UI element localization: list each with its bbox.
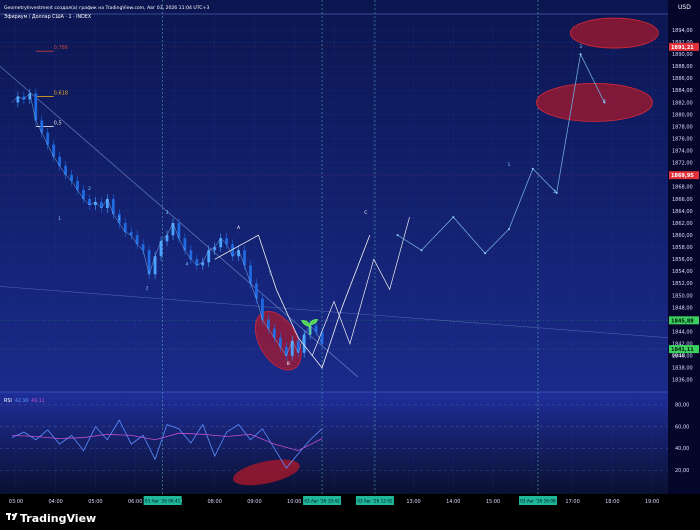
time-tick-label: 04:00: [48, 499, 62, 505]
price-tick-label: 1882,00: [672, 100, 693, 106]
fib-level-label: 0,618: [54, 90, 68, 96]
price-tick-label: 1876,00: [672, 136, 693, 142]
wave-label: 3: [166, 210, 169, 216]
time-marker-label: 03 Авг '26 16:08: [520, 499, 556, 504]
wave-label: B: [287, 361, 290, 367]
price-tick-label: 1894,00: [672, 28, 693, 34]
price-tick-label: 1890,00: [672, 52, 693, 58]
time-tick-label: 17:00: [565, 499, 579, 505]
time-tick-label: 06:00: [128, 499, 142, 505]
price-tick-label: 1864,00: [672, 209, 693, 215]
price-tick-label: 1850,00: [672, 293, 693, 299]
symbol-line: Эфириум / Доллар США · 1 · INDEX: [4, 14, 92, 20]
price-tick-label: 1858,00: [672, 245, 693, 251]
time-tick-label: 18:00: [605, 499, 619, 505]
price-tick-label: 1862,00: [672, 221, 693, 227]
price-tick-label: 1838,00: [672, 366, 693, 372]
price-tick-label: 1860,00: [672, 233, 693, 239]
time-tick-label: 03:00: [9, 499, 23, 505]
rsi-legend-item: 49,11: [31, 398, 45, 404]
time-tick-label: 19:00: [645, 499, 659, 505]
fib-level-label: 0,786: [54, 45, 68, 51]
wave-label: 5: [269, 270, 272, 276]
price-tag-label: 1841,11: [671, 347, 694, 353]
wave-label: 2: [553, 189, 556, 195]
target-zone-ellipse: [569, 17, 659, 49]
projection-point: [484, 252, 487, 255]
wave-label: 4: [185, 261, 188, 267]
price-tick-label: 1856,00: [672, 257, 693, 263]
price-tick-label: 1836,00: [672, 378, 693, 384]
author-line: GeometryInvestment создал(а) график на T…: [4, 5, 209, 11]
price-tick-label: 1886,00: [672, 76, 693, 82]
price-tick-label: 1868,00: [672, 185, 693, 191]
target-zone-ellipse: [536, 83, 653, 122]
time-tick-label: 08:00: [208, 499, 222, 505]
price-tick-label: 1874,00: [672, 149, 693, 155]
price-tick-label: 1848,00: [672, 305, 693, 311]
price-tick-label: 1884,00: [672, 88, 693, 94]
wave-label: 4: [603, 98, 606, 104]
projection-point: [452, 216, 455, 219]
rsi-legend-item: RSI: [4, 398, 12, 404]
rsi-tick-label: 40,00: [675, 446, 689, 452]
currency-label: USD: [678, 4, 691, 11]
projection-point: [420, 249, 423, 252]
time-tick-label: 09:00: [247, 499, 261, 505]
tradingview-chart: 1836,001838,001840,001842,001844,001846,…: [0, 0, 700, 507]
fib-level-label: 0,5: [54, 121, 62, 127]
wave-label: 2: [88, 186, 91, 192]
projection-point: [579, 53, 582, 56]
countdown-label: 00:18: [672, 353, 685, 359]
time-axis-background: [0, 494, 700, 507]
time-marker-label: 03 Авг '26 06:41: [145, 499, 181, 504]
projection-point: [531, 167, 534, 170]
time-tick-label: 15:00: [486, 499, 500, 505]
projection-point: [396, 234, 399, 237]
price-tick-label: 1866,00: [672, 197, 693, 203]
price-tick-label: 1844,00: [672, 329, 693, 335]
rsi-tick-label: 80,00: [675, 403, 689, 409]
price-tick-label: 1878,00: [672, 124, 693, 130]
price-tag-label: 1869,95: [671, 173, 694, 179]
wave-label: 1: [508, 162, 511, 168]
rsi-tick-label: 60,00: [675, 424, 689, 430]
wave-label: 2: [146, 285, 149, 291]
wave-label: 1: [58, 216, 61, 222]
time-marker-label: 03 Авг '26 10:42: [304, 499, 340, 504]
time-marker-label: 03 Авг '26 12:02: [357, 499, 393, 504]
wave-label: 1: [118, 216, 121, 222]
wave-label: C: [364, 210, 367, 216]
rsi-tick-label: 20,00: [675, 468, 689, 474]
time-tick-label: 05:00: [88, 499, 102, 505]
time-tick-label: 13:00: [406, 499, 420, 505]
brand-name: TradingView: [20, 512, 97, 525]
price-tick-label: 1888,00: [672, 64, 693, 70]
price-tick-label: 1854,00: [672, 269, 693, 275]
time-tick-label: 10:00: [287, 499, 301, 505]
chart-screenshot: 1836,001838,001840,001842,001844,001846,…: [0, 0, 700, 530]
price-tick-label: 1852,00: [672, 281, 693, 287]
price-tag-label: 1891,21: [671, 45, 694, 51]
price-tick-label: 1872,00: [672, 161, 693, 167]
projection-point: [507, 228, 510, 231]
footer: TradingView: [0, 507, 700, 530]
price-tick-label: 1880,00: [672, 112, 693, 118]
rsi-legend-item: 42,90: [15, 398, 29, 404]
price-tag-label: 1845,88: [671, 318, 694, 324]
time-tick-label: 14:00: [446, 499, 460, 505]
wave-label: 3: [579, 44, 582, 50]
tradingview-logo-icon: [6, 513, 18, 520]
